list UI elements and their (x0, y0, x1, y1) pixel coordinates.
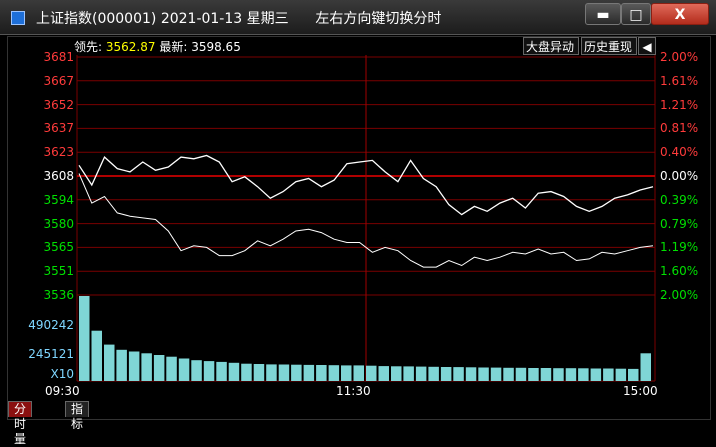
volume-bar (91, 330, 102, 381)
volume-bar (428, 366, 439, 381)
volume-bar (478, 367, 489, 381)
volume-tick-mid: 245121 (28, 347, 74, 361)
percent-tick-label: 1.21% (660, 97, 699, 112)
percent-tick-label: 0.00% (660, 169, 699, 183)
volume-bar (253, 364, 265, 381)
price-tick-label: 3565 (43, 240, 74, 255)
volume-bar (191, 360, 202, 381)
time-tick-open: 09:30 (45, 384, 80, 398)
volume-bar (203, 361, 215, 381)
volume-bar (79, 296, 90, 381)
volume-bar (241, 363, 252, 381)
intraday-chart (76, 55, 656, 382)
volume-bar (216, 361, 227, 381)
percent-tick-label: 1.61% (660, 73, 699, 88)
price-tick-label: 3580 (43, 216, 74, 231)
percent-tick-label: 1.19% (660, 240, 699, 255)
volume-bar (278, 364, 290, 381)
volume-bar (266, 364, 277, 381)
price-tick-label: 3536 (43, 288, 74, 302)
percent-tick-label: 0.40% (660, 145, 699, 160)
volume-bar (228, 362, 240, 381)
volume-bar (291, 364, 302, 381)
volume-bar (153, 355, 165, 381)
price-tick-label: 3551 (43, 264, 74, 279)
volume-bar (528, 368, 539, 381)
volume-bar (116, 349, 127, 381)
percent-tick-label: 0.81% (660, 121, 699, 136)
volume-bar (391, 366, 402, 381)
volume-bar (178, 358, 190, 381)
volume-bar (440, 367, 452, 381)
price-tick-label: 3667 (43, 73, 74, 88)
price-tick-label: 3652 (43, 97, 74, 112)
volume-bar (328, 365, 340, 381)
tab-indicator[interactable]: 指标 (65, 401, 90, 431)
volume-bar (640, 353, 651, 381)
volume-bar (353, 365, 364, 381)
volume-bar (166, 356, 177, 381)
price-tick-label: 3681 (43, 50, 74, 64)
volume-bar (553, 368, 564, 381)
volume-bar (628, 368, 639, 381)
volume-bar (515, 367, 527, 381)
volume-bar (303, 364, 315, 381)
percent-tick-label: 0.79% (660, 216, 699, 231)
price-tick-label: 3623 (43, 145, 74, 160)
tab-time-volume[interactable]: 分时量 (8, 401, 33, 446)
percent-tick-label: 0.39% (660, 192, 699, 207)
volume-bar (415, 366, 427, 381)
volume-bar (465, 367, 477, 381)
volume-bar (316, 365, 327, 381)
price-tick-label: 3637 (43, 121, 74, 136)
volume-bar (453, 367, 464, 381)
volume-multiplier: X10 (50, 367, 75, 381)
percent-tick-label: 2.00% (660, 50, 699, 64)
percent-tick-label: 1.60% (660, 264, 699, 279)
price-tick-label: 3594 (43, 192, 74, 207)
volume-bar (603, 368, 614, 381)
volume-bar (490, 367, 502, 381)
volume-bar (128, 351, 140, 381)
volume-bar (565, 368, 577, 381)
volume-bar (503, 367, 514, 381)
volume-bar (366, 365, 377, 381)
time-tick-midday: 11:30 (336, 384, 371, 398)
volume-bar (341, 365, 352, 381)
volume-bar (104, 344, 115, 381)
percent-tick-label: 2.00% (660, 288, 699, 302)
volume-bar (540, 368, 552, 381)
volume-bar (578, 368, 589, 381)
price-tick-label: 3608 (43, 169, 74, 183)
volume-tick-max: 490242 (28, 318, 74, 332)
volume-bar (141, 353, 152, 381)
time-tick-close: 15:00 (623, 384, 658, 398)
volume-bar (590, 368, 602, 381)
volume-bar (615, 368, 627, 381)
volume-bar (403, 366, 414, 381)
volume-bar (378, 366, 389, 381)
